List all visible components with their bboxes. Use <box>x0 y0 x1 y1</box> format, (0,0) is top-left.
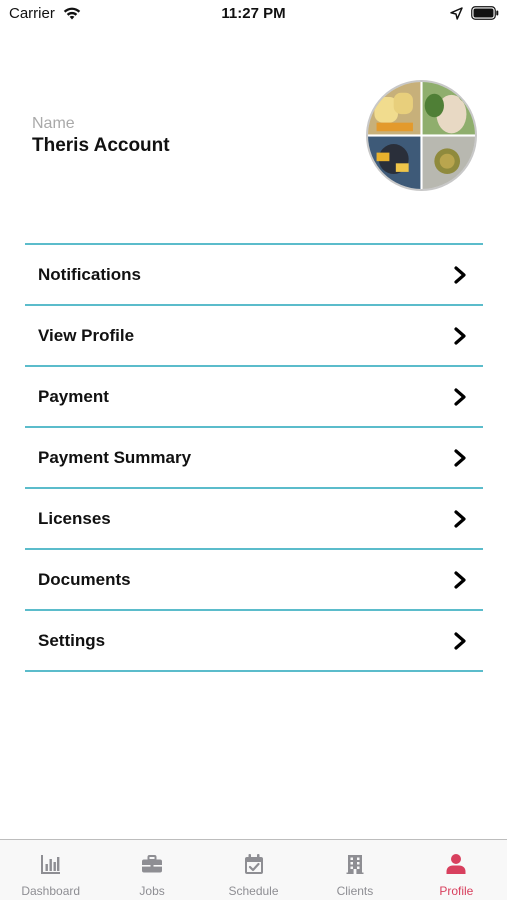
calendar-check-icon <box>244 854 263 874</box>
bar-chart-icon <box>40 855 60 874</box>
menu-item-documents[interactable]: Documents <box>25 550 483 611</box>
tab-label: Jobs <box>139 884 165 898</box>
building-icon <box>346 855 364 874</box>
tab-jobs[interactable]: Jobs <box>101 840 202 900</box>
tab-dashboard[interactable]: Dashboard <box>0 840 101 900</box>
battery-icon <box>471 6 499 20</box>
menu-item-label: Payment Summary <box>38 447 192 467</box>
tab-bar: Dashboard Jobs Schedule Clients Profile <box>0 839 507 900</box>
tab-schedule[interactable]: Schedule <box>203 840 304 900</box>
user-icon <box>446 854 466 874</box>
menu-item-label: Documents <box>38 569 131 589</box>
menu-item-licenses[interactable]: Licenses <box>25 489 483 550</box>
briefcase-icon <box>142 855 163 873</box>
location-arrow-icon <box>450 7 463 20</box>
tab-profile[interactable]: Profile <box>406 840 507 900</box>
menu-item-payment[interactable]: Payment <box>25 367 483 428</box>
menu-item-label: View Profile <box>38 325 135 345</box>
menu-item-label: Payment <box>38 386 109 406</box>
menu-item-view-profile[interactable]: View Profile <box>25 306 483 367</box>
account-name: Theris Account <box>32 135 170 156</box>
tab-label: Clients <box>336 884 374 898</box>
chevron-right-icon <box>454 631 466 650</box>
menu-item-label: Notifications <box>38 264 141 284</box>
chevron-right-icon <box>454 326 466 345</box>
tab-clients[interactable]: Clients <box>304 840 405 900</box>
menu-item-notifications[interactable]: Notifications <box>25 245 483 306</box>
status-time: 11:27 PM <box>221 5 286 22</box>
menu-item-settings[interactable]: Settings <box>25 611 483 672</box>
tab-label: Schedule <box>228 884 279 898</box>
menu-item-label: Settings <box>38 630 106 650</box>
status-bar: Carrier 11:27 PM <box>0 0 507 30</box>
avatar[interactable] <box>366 80 477 191</box>
profile-menu: Notifications View Profile Payment Payme… <box>25 243 483 672</box>
tab-label: Profile <box>439 884 474 898</box>
chevron-right-icon <box>454 509 466 528</box>
chevron-right-icon <box>454 570 466 589</box>
chevron-right-icon <box>454 387 466 406</box>
chevron-right-icon <box>454 265 466 284</box>
menu-item-payment-summary[interactable]: Payment Summary <box>25 428 483 489</box>
chevron-right-icon <box>454 448 466 467</box>
tab-label: Dashboard <box>21 884 81 898</box>
menu-item-label: Licenses <box>38 508 111 528</box>
name-label: Name <box>32 115 75 132</box>
